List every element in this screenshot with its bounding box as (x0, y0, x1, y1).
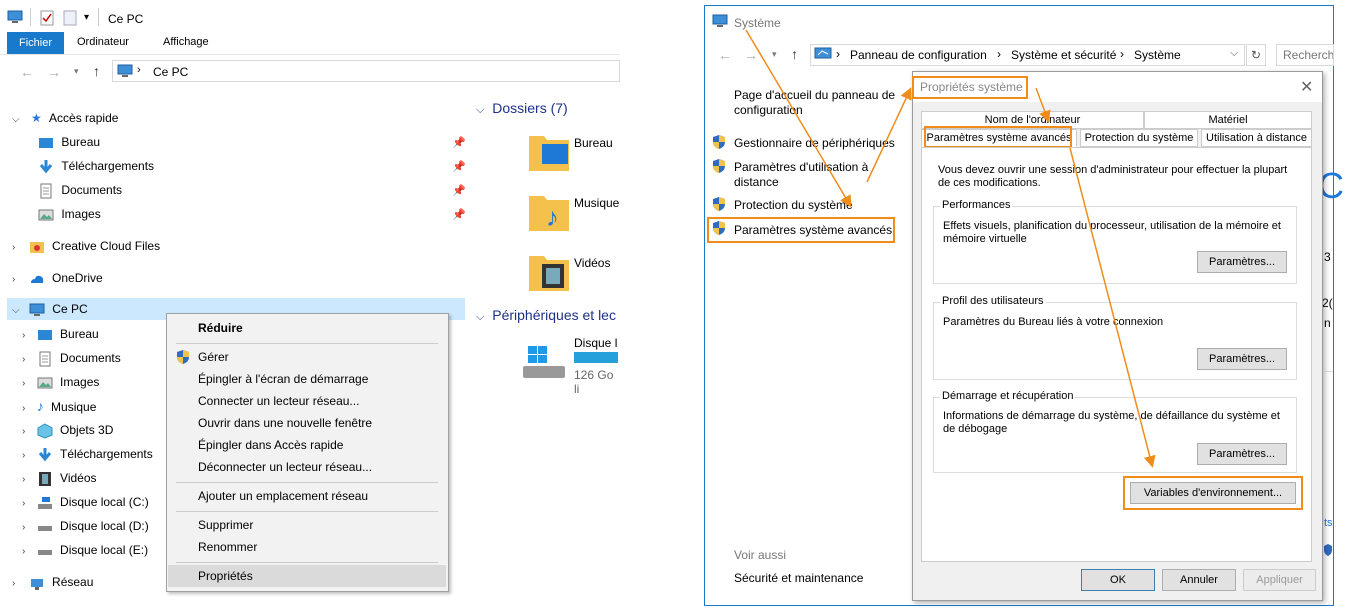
annotation-arrows (745, 29, 1156, 468)
arrow-link-to-dialog (866, 87, 912, 183)
arrow-dialog-to-tab (1035, 87, 1051, 123)
arrow-title-to-advanced (745, 29, 852, 208)
arrow-tab-to-env-button (1069, 147, 1156, 468)
